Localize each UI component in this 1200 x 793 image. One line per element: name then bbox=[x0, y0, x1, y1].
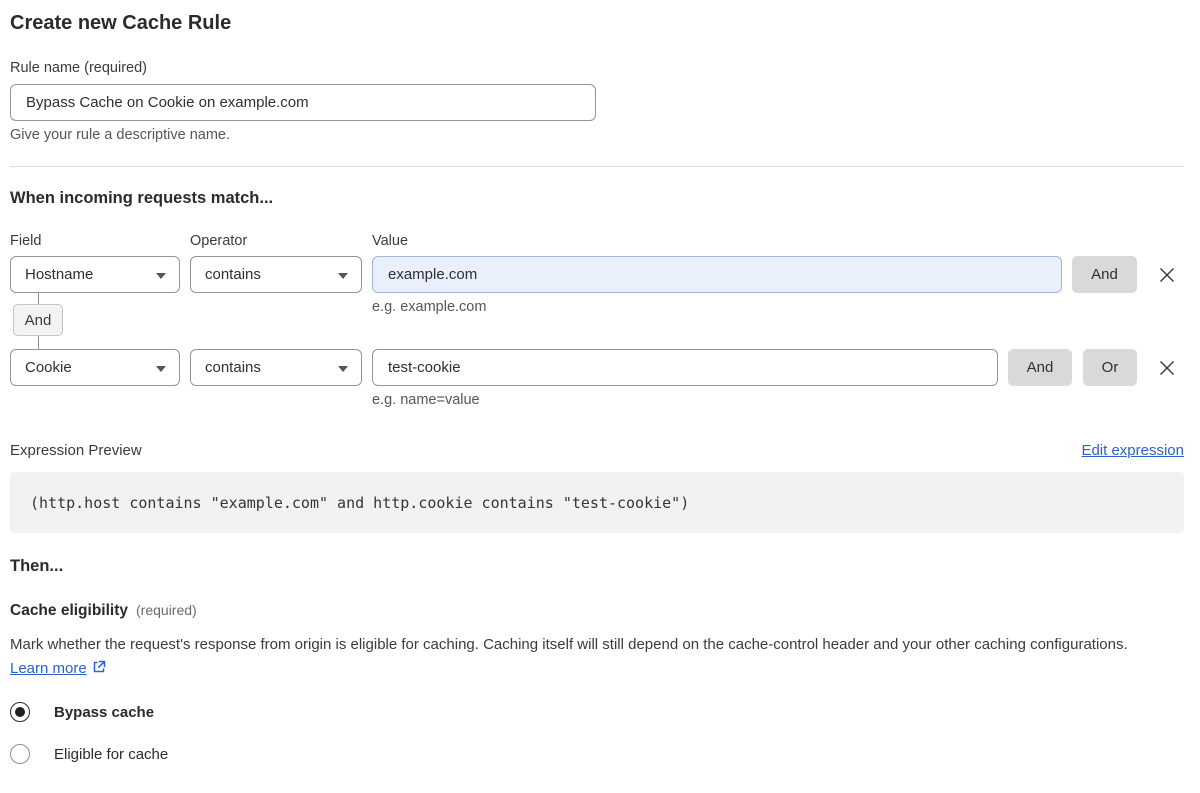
value-input[interactable] bbox=[372, 256, 1062, 293]
operator-select-value: contains bbox=[205, 266, 261, 283]
connector-line-bottom bbox=[37, 336, 39, 349]
value-hint: e.g. name=value bbox=[372, 392, 480, 408]
field-select-value: Cookie bbox=[25, 359, 72, 376]
field-select[interactable]: Hostname bbox=[10, 256, 180, 293]
remove-condition-button[interactable] bbox=[1158, 349, 1176, 386]
radio-option-label: Eligible for cache bbox=[54, 745, 169, 763]
match-section-heading: When incoming requests match... bbox=[10, 189, 274, 207]
required-note: (required) bbox=[136, 602, 197, 618]
operator-select[interactable]: contains bbox=[190, 349, 362, 386]
cache-eligibility-description: Mark whether the request's response from… bbox=[10, 633, 1170, 681]
radio-unselected-icon bbox=[10, 744, 30, 764]
match-row: Cookie contains e.g. name=value And Or bbox=[10, 349, 1184, 408]
then-section-heading: Then... bbox=[10, 557, 64, 575]
rule-name-label: Rule name (required) bbox=[10, 60, 148, 76]
expression-header: Expression Preview Edit expression bbox=[10, 442, 1184, 459]
page-title: Create new Cache Rule bbox=[10, 12, 232, 34]
remove-condition-button[interactable] bbox=[1158, 256, 1176, 293]
cache-eligibility-header: Cache eligibility (required) bbox=[10, 602, 1184, 620]
rule-name-input[interactable] bbox=[10, 84, 596, 121]
match-row: Hostname contains e.g. example.com And bbox=[10, 256, 1184, 315]
learn-more-link[interactable]: Learn more bbox=[10, 660, 87, 677]
description-text: Mark whether the request's response from… bbox=[10, 636, 1128, 653]
radio-option-0[interactable]: Bypass cache bbox=[10, 702, 1184, 722]
expression-code: (http.host contains "example.com" and ht… bbox=[30, 493, 690, 512]
chevron-down-icon bbox=[338, 273, 348, 279]
value-column: e.g. example.com bbox=[372, 256, 1062, 315]
chevron-down-icon bbox=[338, 366, 348, 372]
chevron-down-icon bbox=[156, 366, 166, 372]
value-input[interactable] bbox=[372, 349, 998, 386]
expression-preview-box: (http.host contains "example.com" and ht… bbox=[10, 472, 1184, 533]
cache-eligibility-title: Cache eligibility bbox=[10, 602, 129, 619]
value-column-label: Value bbox=[372, 233, 409, 249]
field-column-label: Field bbox=[10, 233, 42, 249]
operator-select[interactable]: contains bbox=[190, 256, 362, 293]
expression-preview-label: Expression Preview bbox=[10, 442, 142, 459]
operator-select-value: contains bbox=[205, 359, 261, 376]
value-hint: e.g. example.com bbox=[372, 299, 487, 315]
radio-option-1[interactable]: Eligible for cache bbox=[10, 744, 1184, 764]
condition-connector: And bbox=[10, 291, 66, 349]
field-select-value: Hostname bbox=[25, 266, 94, 283]
close-icon bbox=[1160, 267, 1174, 282]
match-column-labels: Field Operator Value bbox=[10, 233, 1184, 249]
radio-option-label: Bypass cache bbox=[54, 703, 155, 721]
section-divider bbox=[10, 166, 1184, 167]
rule-name-helper: Give your rule a descriptive name. bbox=[10, 127, 231, 143]
add-and-condition-button[interactable]: And bbox=[1072, 256, 1137, 293]
field-select[interactable]: Cookie bbox=[10, 349, 180, 386]
connector-and-chip[interactable]: And bbox=[13, 304, 63, 336]
radio-selected-icon bbox=[10, 702, 30, 722]
create-cache-rule-page: Create new Cache Rule Rule name (require… bbox=[0, 0, 1200, 793]
operator-column-label: Operator bbox=[190, 233, 248, 249]
external-link-icon bbox=[93, 660, 105, 673]
close-icon bbox=[1160, 360, 1174, 375]
chevron-down-icon bbox=[156, 273, 166, 279]
add-and-condition-button[interactable]: And bbox=[1008, 349, 1072, 386]
edit-expression-link[interactable]: Edit expression bbox=[1081, 442, 1184, 459]
value-column: e.g. name=value bbox=[372, 349, 998, 408]
add-or-condition-button[interactable]: Or bbox=[1083, 349, 1137, 386]
